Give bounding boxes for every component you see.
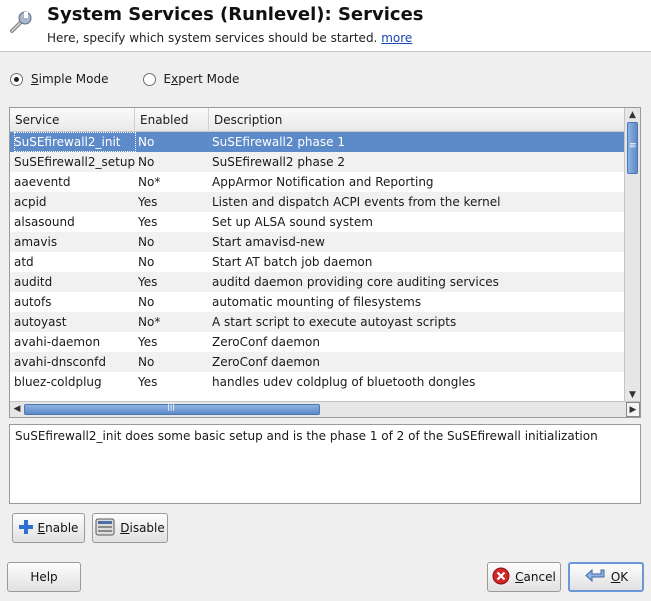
horizontal-scrollbar[interactable]: ◀ ▶ <box>10 401 640 417</box>
cell-service: acpid <box>14 195 47 209</box>
table-body: SuSEfirewall2_init No SuSEfirewall2 phase … <box>10 132 625 394</box>
cell-service: atd <box>14 255 34 269</box>
wrench-icon <box>8 10 34 36</box>
table-row[interactable]: acpid Yes Listen and dispatch ACPI events … <box>10 192 625 212</box>
cell-description: Set up ALSA sound system <box>212 215 373 229</box>
cell-description: SuSEfirewall2 phase 2 <box>212 155 345 169</box>
cancel-icon <box>492 567 510 588</box>
help-button[interactable]: Help <box>7 562 81 592</box>
cell-enabled: No <box>138 135 155 149</box>
cancel-button[interactable]: Cancel <box>487 562 561 592</box>
cell-service: aaeventd <box>14 175 71 189</box>
plus-icon <box>18 519 33 537</box>
cell-enabled: No <box>138 295 155 309</box>
cell-service: autoyast <box>14 315 67 329</box>
vertical-scroll-thumb[interactable] <box>627 122 638 174</box>
services-table: Service Enabled Description SuSEfirewall… <box>9 107 641 418</box>
horizontal-scroll-thumb[interactable] <box>24 402 320 415</box>
enable-button[interactable]: Enable <box>12 513 85 543</box>
enable-button-label: Enable <box>37 521 79 535</box>
cell-description: SuSEfirewall2 phase 1 <box>212 135 345 149</box>
scroll-right-arrow-icon[interactable]: ▶ <box>626 402 640 417</box>
table-row[interactable]: avahi-dnsconfd No ZeroConf daemon <box>10 352 625 372</box>
cell-service: avahi-daemon <box>14 335 101 349</box>
cell-service: alsasound <box>14 215 75 229</box>
table-row[interactable]: bluez-coldplug Yes handles udev coldplug o… <box>10 372 625 392</box>
cell-enabled: Yes <box>138 375 158 389</box>
table-row[interactable]: amavis No Start amavisd-new <box>10 232 625 252</box>
simple-mode-radio-indicator[interactable] <box>10 72 23 86</box>
cell-description: AppArmor Notification and Reporting <box>212 175 434 189</box>
disable-service-icon <box>95 518 115 539</box>
subtitle-text: Here, specify which system services shou… <box>47 31 378 45</box>
table-row[interactable]: autofs No automatic mounting of filesystem… <box>10 292 625 312</box>
cell-enabled: No <box>138 255 155 269</box>
vertical-scrollbar[interactable]: ▲ ▼ <box>624 108 640 402</box>
cell-description: automatic mounting of filesystems <box>212 295 422 309</box>
table-row[interactable]: aaeventd No* AppArmor Notification and Rep… <box>10 172 625 192</box>
cell-description: ZeroConf daemon <box>212 335 320 349</box>
cell-service: autofs <box>14 295 52 309</box>
disable-button[interactable]: Disable <box>92 513 168 543</box>
table-header: Service Enabled Description <box>10 108 625 132</box>
page-title: System Services (Runlevel): Services <box>47 4 424 25</box>
table-row[interactable]: avahi-daemon Yes ZeroConf daemon <box>10 332 625 352</box>
cell-description: Listen and dispatch ACPI events from the… <box>212 195 501 209</box>
scroll-left-arrow-icon[interactable]: ◀ <box>10 402 24 417</box>
cell-enabled: No* <box>138 315 161 329</box>
scroll-down-arrow-icon[interactable]: ▼ <box>625 388 640 402</box>
ok-button[interactable]: OK <box>568 562 644 592</box>
ok-button-label: OK <box>610 570 629 584</box>
more-link[interactable]: more <box>381 31 412 45</box>
cell-service: SuSEfirewall2_setup <box>14 155 136 169</box>
table-row[interactable]: SuSEfirewall2_setup No SuSEfirewall2 phase… <box>10 152 625 172</box>
expert-mode-label: Expert Mode <box>163 72 240 86</box>
cell-enabled: Yes <box>138 215 158 229</box>
table-row[interactable]: alsasound Yes Set up ALSA sound system <box>10 212 625 232</box>
cell-description: auditd daemon providing core auditing se… <box>212 275 499 289</box>
cell-description: ZeroConf daemon <box>212 355 320 369</box>
cell-description: Start amavisd-new <box>212 235 325 249</box>
table-row[interactable]: auditd Yes auditd daemon providing core au… <box>10 272 625 292</box>
expert-mode-radio-indicator[interactable] <box>142 72 156 86</box>
cancel-button-label: Cancel <box>515 570 556 584</box>
cell-service: avahi-dnsconfd <box>14 355 106 369</box>
cell-description: A start script to execute autoyast scrip… <box>212 315 457 329</box>
table-row[interactable]: SuSEfirewall2_init No SuSEfirewall2 phase … <box>10 132 625 152</box>
cell-enabled: Yes <box>138 195 158 209</box>
scroll-up-arrow-icon[interactable]: ▲ <box>625 108 640 122</box>
header: System Services (Runlevel): Services Her… <box>0 0 651 52</box>
cell-service: auditd <box>14 275 53 289</box>
cell-description: Start AT batch job daemon <box>212 255 373 269</box>
cell-enabled: No* <box>138 175 161 189</box>
column-header-enabled[interactable]: Enabled <box>134 108 208 132</box>
cell-service: bluez-coldplug <box>14 375 102 389</box>
mode-selector: Simple Mode Expert Mode <box>10 72 239 86</box>
ok-arrow-icon <box>584 568 606 587</box>
cell-service: SuSEfirewall2_init <box>14 132 136 152</box>
cell-enabled: No <box>138 355 155 369</box>
simple-mode-radio[interactable]: Simple Mode <box>10 72 109 86</box>
cell-enabled: No <box>138 155 155 169</box>
page-subtitle: Here, specify which system services shou… <box>47 31 412 45</box>
table-row[interactable]: autoyast No* A start script to execute aut… <box>10 312 625 332</box>
cell-enabled: Yes <box>138 275 158 289</box>
column-header-service[interactable]: Service <box>10 108 134 132</box>
cell-enabled: No <box>138 235 155 249</box>
cell-service: amavis <box>14 235 58 249</box>
service-description-box: SuSEfirewall2_init does some basic setup… <box>9 424 641 504</box>
table-row[interactable]: atd No Start AT batch job daemon <box>10 252 625 272</box>
column-header-description[interactable]: Description <box>208 108 625 132</box>
cell-enabled: Yes <box>138 335 158 349</box>
disable-button-label: Disable <box>120 521 165 535</box>
simple-mode-label: Simple Mode <box>31 72 109 86</box>
expert-mode-radio[interactable]: Expert Mode <box>142 72 240 86</box>
cell-description: handles udev coldplug of bluetooth dongl… <box>212 375 476 389</box>
